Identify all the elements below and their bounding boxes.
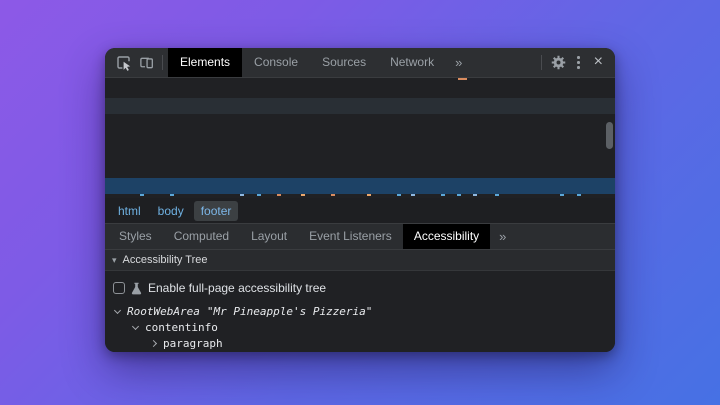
close-icon[interactable]: ×: [588, 54, 609, 72]
dom-row-h3-text[interactable]: Pineapple's newsletter </h3>: [105, 82, 615, 98]
enable-full-page-a11y-checkbox[interactable]: [113, 282, 125, 294]
device-toolbar-icon: [139, 55, 154, 70]
a11y-name: "Mr Pineapple's Pizzeria": [207, 305, 373, 318]
devtools-window: Elements Console Sources Network »: [105, 48, 615, 352]
clipped-row-fragment: [458, 78, 467, 80]
tab-event-listeners[interactable]: Event Listeners: [298, 224, 403, 249]
toolbar-divider: [541, 55, 542, 70]
tab-console[interactable]: Console: [242, 48, 310, 77]
dom-row-main-close[interactable]: </main>: [105, 162, 615, 178]
section-collapse-icon[interactable]: ▾: [112, 255, 117, 266]
device-toolbar-button[interactable]: [135, 51, 157, 75]
enable-full-page-a11y-row: Enable full-page accessibility tree: [113, 278, 607, 298]
gear-icon: [551, 55, 566, 70]
dom-row-form-wrap[interactable]: ewsletter" action="/subscribe" type="pos…: [105, 130, 615, 146]
chevron-down-icon[interactable]: [114, 306, 121, 313]
a11y-node-paragraph[interactable]: paragraph: [113, 335, 607, 351]
kebab-menu-button[interactable]: [569, 56, 588, 69]
settings-button[interactable]: [547, 51, 569, 75]
experiment-flask-icon: [131, 282, 142, 295]
accessibility-tree-section-header[interactable]: ▾ Accessibility Tree: [105, 250, 615, 271]
toolbar-right-controls: ×: [536, 51, 609, 75]
a11y-role: paragraph: [163, 337, 223, 350]
dom-tree-panel: Pineapple's newsletter </h3> <p></p> <fo…: [105, 78, 615, 198]
toolbar-divider: [162, 55, 163, 70]
chevron-right-icon[interactable]: [150, 339, 157, 346]
accessibility-tree: RootWebArea "Mr Pineapple's Pizzeria" co…: [113, 303, 607, 351]
desktop-background: Elements Console Sources Network »: [0, 0, 720, 405]
tab-computed[interactable]: Computed: [163, 224, 240, 249]
breadcrumb-item-footer[interactable]: footer: [194, 201, 239, 221]
main-tab-bar: Elements Console Sources Network »: [168, 48, 471, 77]
inspect-element-icon: [116, 55, 132, 71]
clipped-bottom-row: [105, 194, 109, 196]
a11y-node-contentinfo[interactable]: contentinfo: [113, 319, 607, 335]
section-title: Accessibility Tree: [123, 254, 208, 266]
tab-styles[interactable]: Styles: [108, 224, 163, 249]
dom-row-form[interactable]: <form aria-labelledby="newsletter-subscr…: [105, 114, 615, 130]
vertical-scrollbar-thumb[interactable]: [606, 122, 613, 149]
breadcrumb-item-html[interactable]: html: [111, 201, 148, 221]
sidebar-tab-bar: Styles Computed Layout Event Listeners A…: [105, 224, 615, 250]
a11y-role: RootWebArea: [127, 305, 200, 318]
chevron-down-icon[interactable]: [132, 322, 139, 329]
more-tabs-button[interactable]: »: [446, 48, 471, 77]
enable-full-page-a11y-label: Enable full-page accessibility tree: [148, 281, 326, 295]
dom-row-div-close[interactable]: </div>: [105, 146, 615, 162]
tab-sources[interactable]: Sources: [310, 48, 378, 77]
dom-row-footer-selected[interactable]: …<footer></footer>== $0: [105, 178, 615, 194]
breadcrumb: html body footer: [105, 198, 615, 224]
tab-elements[interactable]: Elements: [168, 48, 242, 77]
breadcrumb-item-body[interactable]: body: [151, 201, 191, 221]
dom-row-p[interactable]: <p></p>: [105, 98, 615, 114]
a11y-node-rootwebarea[interactable]: RootWebArea "Mr Pineapple's Pizzeria": [113, 303, 607, 319]
a11y-role: contentinfo: [145, 321, 218, 334]
accessibility-tree-panel: Enable full-page accessibility tree Root…: [105, 271, 615, 352]
inspect-element-button[interactable]: [113, 51, 135, 75]
tab-accessibility[interactable]: Accessibility: [403, 224, 490, 249]
tab-network[interactable]: Network: [378, 48, 446, 77]
devtools-toolbar: Elements Console Sources Network »: [105, 48, 615, 78]
more-panel-tabs-button[interactable]: »: [490, 224, 515, 249]
tab-layout[interactable]: Layout: [240, 224, 298, 249]
